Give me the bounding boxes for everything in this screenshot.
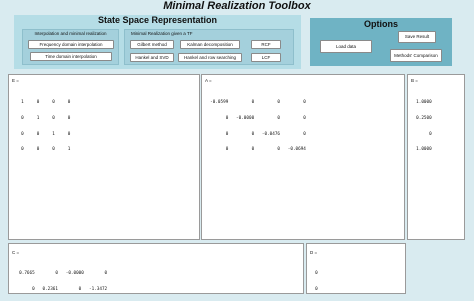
frequency-interpolation-button[interactable]: Frequency domain interpolation (28, 40, 114, 49)
interpolation-group: Interpolation and minimal realization Fr… (22, 29, 119, 65)
gilbert-method-button[interactable]: Gilbert method (130, 40, 174, 49)
matrix-c-panel: C = 0.7665 0 -0.0000 0 0 0.2361 0 -1.347… (8, 243, 304, 294)
matrix-c-label: C = (12, 250, 20, 255)
load-data-button[interactable]: Load data (320, 40, 372, 53)
matrix-e-label: E = (12, 78, 19, 83)
tf-group-title: Minimal Realization given a TF (131, 31, 193, 36)
matrix-row: 0 0 -0.0476 0 (205, 131, 306, 137)
matrix-row: 0 (310, 287, 318, 293)
matrix-e-values: 1 0 0 0 0 1 0 0 0 0 1 0 0 0 0 1 (16, 90, 70, 163)
matrix-row: 0 0 0 1 (16, 147, 71, 153)
matrix-c-values: 0.7665 0 -0.0000 0 0 0.2361 0 -1.3472 (14, 261, 107, 301)
tf-realization-group: Minimal Realization given a TF Gilbert m… (124, 29, 294, 65)
save-result-button[interactable]: Save Result (398, 31, 436, 43)
time-interpolation-button[interactable]: Time domain interpolation (30, 52, 112, 61)
matrix-d-panel: D = 0 0 (306, 243, 406, 294)
lcf-button[interactable]: LCF (251, 53, 281, 62)
matrix-a-values: -0.0599 0 0 0 0 -0.0000 0 0 0 0 -0.0476 … (205, 90, 306, 163)
matrix-row: 1 0 0 0 (16, 100, 71, 106)
matrix-a-label: A = (205, 78, 212, 83)
matrix-row: 0 0 1 0 (16, 131, 71, 137)
matrix-e-panel: E = 1 0 0 0 0 1 0 0 0 0 1 0 0 0 0 1 (8, 74, 200, 240)
state-space-panel: State Space Representation Interpolation… (14, 15, 301, 69)
matrix-b-panel: B = 1.0000 0.2500 0 1.0000 (407, 74, 465, 240)
matrix-row: 0 0 0 -0.0694 (205, 147, 306, 153)
matrix-d-label: D = (310, 250, 318, 255)
matrix-row: 0.7665 0 -0.0000 0 (14, 271, 108, 277)
matrix-b-values: 1.0000 0.2500 0 1.0000 (411, 90, 432, 163)
options-title: Options (364, 19, 398, 29)
matrix-row: 0 (411, 131, 432, 137)
interpolation-group-title: Interpolation and minimal realization (34, 31, 107, 36)
matrix-row: 0 1 0 0 (16, 116, 71, 122)
matrix-row: 0 -0.0000 0 0 (205, 116, 306, 122)
matrix-row: 0 0.2361 0 -1.3472 (14, 287, 108, 293)
matrix-row: -0.0599 0 0 0 (205, 100, 306, 106)
options-panel: Options Load data Save Result Methods' C… (310, 18, 452, 66)
matrix-b-label: B = (411, 78, 418, 83)
hankel-row-searching-button[interactable]: Hankel and row searching (178, 53, 242, 62)
methods-comparison-button[interactable]: Methods' Comparison (390, 49, 442, 62)
rcf-button[interactable]: RCF (251, 40, 281, 49)
matrix-a-panel: A = -0.0599 0 0 0 0 -0.0000 0 0 0 0 -0.0… (201, 74, 405, 240)
matrix-d-values: 0 0 (310, 261, 320, 301)
kalman-decomposition-button[interactable]: Kalman decomposition (180, 40, 240, 49)
matrix-row: 0 (310, 271, 318, 277)
app-title: Minimal Realization Toolbox (163, 0, 311, 12)
hankel-svd-button[interactable]: Hankel and SVD (130, 53, 174, 62)
matrix-row: 0.2500 (411, 116, 432, 122)
state-space-title: State Space Representation (97, 15, 218, 25)
matrix-row: 1.0000 (411, 147, 432, 153)
matrix-row: 1.0000 (411, 100, 432, 106)
